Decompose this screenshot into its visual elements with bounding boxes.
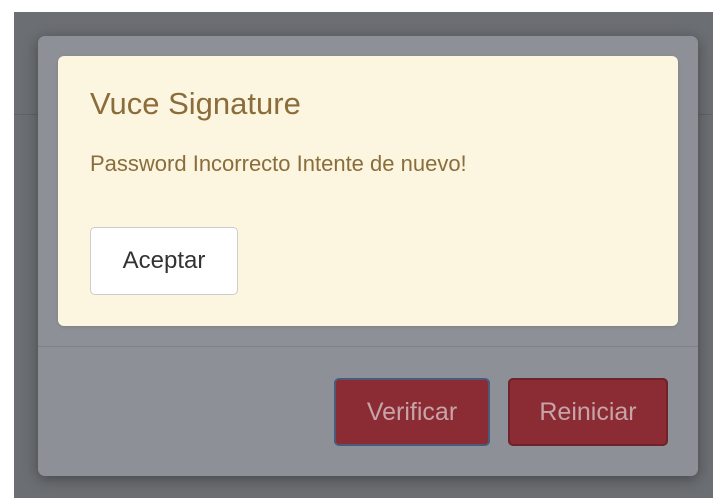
verify-button[interactable]: Verificar	[334, 378, 490, 446]
modal-footer-divider	[38, 346, 698, 347]
alert-title: Vuce Signature	[90, 86, 301, 121]
accept-button[interactable]: Aceptar	[90, 227, 238, 295]
modal-footer: Verificar Reiniciar	[334, 378, 668, 446]
reset-button[interactable]: Reiniciar	[508, 378, 668, 446]
alert-message: Password Incorrecto Intente de nuevo!	[90, 151, 467, 176]
alert-dialog: Vuce Signature Password Incorrecto Inten…	[58, 56, 678, 326]
